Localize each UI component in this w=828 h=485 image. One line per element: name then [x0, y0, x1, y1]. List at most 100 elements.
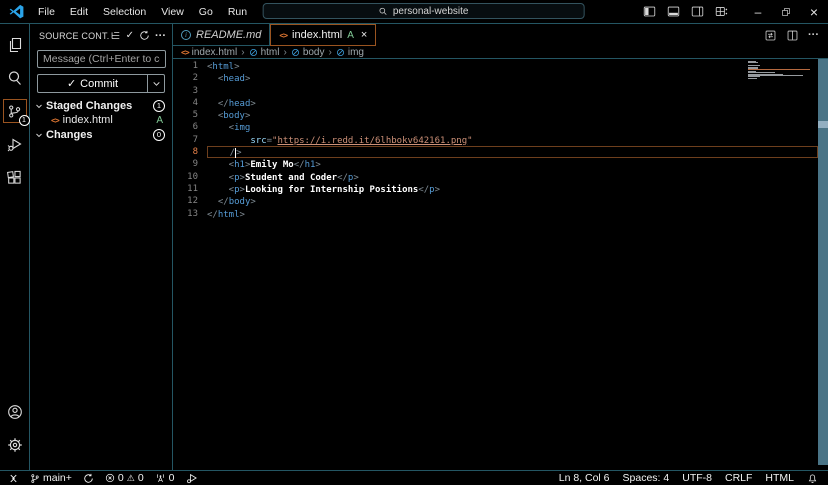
section-label: Changes — [46, 129, 92, 141]
indentation-indicator[interactable]: Spaces: 4 — [623, 472, 670, 484]
problems-indicator[interactable]: 0 ⚠ 0 — [105, 472, 144, 484]
breadcrumb-body[interactable]: body — [291, 47, 325, 58]
menu-view[interactable]: View — [161, 6, 184, 18]
activity-run-debug[interactable] — [3, 132, 27, 156]
search-icon — [7, 70, 23, 86]
code-editor[interactable]: 1<html>2 <head>34 </head>5 <body>6 <img7… — [173, 59, 828, 470]
line-col-indicator[interactable]: Ln 8, Col 6 — [559, 472, 610, 484]
code-line-5[interactable]: 5 <body> — [173, 109, 818, 121]
menu-edit[interactable]: Edit — [70, 6, 88, 18]
section-label: Staged Changes — [46, 100, 132, 112]
menu-selection[interactable]: Selection — [103, 6, 146, 18]
code-line-8[interactable]: 8 /> — [173, 146, 818, 158]
staged-changes-section[interactable]: Staged Changes 1 — [30, 98, 172, 113]
code-line-4[interactable]: 4 </head> — [173, 97, 818, 109]
tab-index-html[interactable]: <> index.html A × — [270, 24, 376, 46]
line-number[interactable]: 11 — [173, 183, 207, 195]
tab-readme[interactable]: i README.md — [173, 24, 270, 46]
menu-run[interactable]: Run — [228, 6, 247, 18]
code-line-1[interactable]: 1<html> — [173, 60, 818, 72]
activity-settings[interactable] — [3, 433, 27, 457]
editor-group: i README.md <> index.html A × ··· <>inde… — [173, 24, 828, 470]
check-icon: ✓ — [67, 77, 76, 90]
eol-indicator[interactable]: CRLF — [725, 472, 752, 484]
code-line-9[interactable]: 9 <h1>Emily Mo</h1> — [173, 158, 818, 170]
encoding-indicator[interactable]: UTF-8 — [682, 472, 712, 484]
scrollbar-slider[interactable] — [818, 121, 828, 128]
code-line-7[interactable]: 7 src="https://i.redd.it/6lhbokv642161.p… — [173, 134, 818, 146]
ports-indicator[interactable]: 0 — [155, 472, 175, 484]
code-line-10[interactable]: 10 <p>Student and Coder</p> — [173, 171, 818, 183]
line-number[interactable]: 7 — [173, 134, 207, 146]
commit-dropdown-button[interactable] — [148, 79, 164, 88]
run-debug-icon — [7, 136, 23, 152]
restore-button[interactable] — [772, 0, 800, 23]
line-number[interactable]: 1 — [173, 60, 207, 72]
language-indicator[interactable]: HTML — [765, 472, 794, 484]
customize-layout-icon[interactable] — [715, 5, 728, 18]
remote-indicator[interactable] — [8, 473, 19, 484]
command-center-search[interactable]: personal-website — [263, 3, 585, 19]
line-number[interactable]: 12 — [173, 195, 207, 207]
notifications-bell[interactable] — [807, 473, 818, 484]
breadcrumb-img[interactable]: img — [336, 47, 364, 58]
refresh-icon[interactable] — [139, 30, 150, 41]
commit-check-icon[interactable]: ✓ — [126, 30, 134, 41]
bell-icon — [807, 473, 818, 484]
line-number[interactable]: 2 — [173, 72, 207, 84]
sync-button[interactable] — [83, 473, 94, 484]
changes-section[interactable]: Changes 0 — [30, 127, 172, 142]
code-line-2[interactable]: 2 <head> — [173, 72, 818, 84]
line-number[interactable]: 13 — [173, 208, 207, 220]
minimize-button[interactable]: – — [744, 0, 772, 23]
code-line-13[interactable]: 13</html> — [173, 208, 818, 220]
menu-go[interactable]: Go — [199, 6, 213, 18]
vscode-window: FileEditSelectionViewGoRun··· ← → person… — [0, 0, 828, 485]
line-number[interactable]: 9 — [173, 158, 207, 170]
split-editor-icon[interactable] — [786, 29, 799, 42]
toggle-panel-icon[interactable] — [667, 5, 680, 18]
commit-button[interactable]: ✓ Commit — [37, 74, 165, 93]
activity-account[interactable] — [3, 400, 27, 424]
open-changes-icon[interactable] — [764, 29, 777, 42]
close-tab-icon[interactable]: × — [361, 29, 367, 41]
line-number[interactable]: 10 — [173, 171, 207, 183]
breadcrumb-html[interactable]: html — [249, 47, 280, 58]
activity-search[interactable] — [3, 66, 27, 90]
html-file-icon: <> — [51, 116, 59, 125]
chevron-down-icon — [152, 79, 161, 88]
scrollbar[interactable] — [818, 59, 828, 465]
code-line-3[interactable]: 3 — [173, 85, 818, 97]
toggle-secondary-sidebar-icon[interactable] — [691, 5, 704, 18]
line-number[interactable]: 8 — [173, 146, 207, 158]
symbol-icon — [336, 48, 345, 57]
toggle-sidebar-icon[interactable] — [643, 5, 656, 18]
commit-message-input[interactable] — [37, 50, 166, 68]
vscode-logo-icon — [9, 4, 25, 20]
symbol-icon — [291, 48, 300, 57]
line-number[interactable]: 3 — [173, 85, 207, 97]
menu-file[interactable]: File — [38, 6, 55, 18]
activity-source-control[interactable]: 1 — [3, 99, 27, 123]
source-control-sidebar: SOURCE CONT... ✓ ··· ✓ Commit — [30, 24, 173, 470]
debug-indicator[interactable] — [186, 472, 198, 484]
chevron-down-icon — [35, 102, 43, 110]
code-line-11[interactable]: 11 <p>Looking for Internship Positions</… — [173, 183, 818, 195]
editor-more-icon[interactable]: ··· — [808, 29, 819, 41]
staged-file-row[interactable]: <> index.html A — [30, 113, 172, 127]
close-button[interactable]: × — [800, 0, 828, 23]
view-as-tree-icon[interactable] — [110, 30, 121, 41]
git-branch-indicator[interactable]: main+ — [30, 472, 72, 484]
activity-explorer[interactable] — [3, 33, 27, 57]
more-actions-icon[interactable]: ··· — [155, 30, 166, 42]
error-icon — [105, 473, 115, 483]
code-line-6[interactable]: 6 <img — [173, 121, 818, 133]
breadcrumb-index-html[interactable]: <>index.html — [181, 47, 237, 58]
breadcrumb-separator: › — [329, 47, 332, 58]
line-number[interactable]: 5 — [173, 109, 207, 121]
activity-extensions[interactable] — [3, 165, 27, 189]
line-number[interactable]: 6 — [173, 121, 207, 133]
code-line-12[interactable]: 12 </body> — [173, 195, 818, 207]
line-number[interactable]: 4 — [173, 97, 207, 109]
minimap[interactable] — [748, 61, 814, 79]
